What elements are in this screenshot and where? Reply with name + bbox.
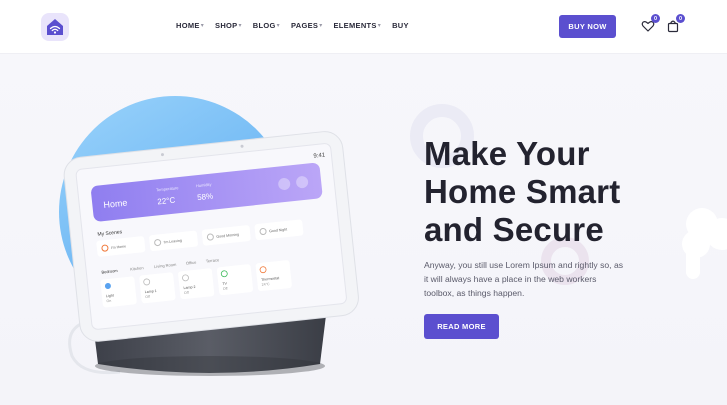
chevron-down-icon: ▾ [238,23,242,29]
hero-paragraph: Anyway, you still use Lorem Ipsum and ri… [424,260,624,298]
screen-device-state: On [106,299,111,303]
nav-item-buy[interactable]: BUY [392,21,409,30]
nav-item-label: SHOP [215,21,238,30]
nav-item-label: PAGES [290,21,319,30]
site-header: HOME ▾ SHOP ▾ BLOG ▾ PAGES ▾ ELEMENTS ▾ … [0,0,727,54]
screen-time: 9:41 [313,153,326,160]
chevron-down-icon: ▾ [200,23,205,29]
nav-item-shop[interactable]: SHOP ▾ [215,21,242,30]
wishlist-count-badge: 0 [651,14,660,23]
cart-count-badge: 0 [676,14,685,23]
nav-item-home[interactable]: HOME ▾ [176,21,204,30]
nav-item-label: BUY [392,21,409,30]
screen-device-state: Off [184,291,189,295]
read-more-button[interactable]: READ MORE [424,314,499,339]
buy-now-button[interactable]: BUY NOW [559,15,616,38]
nav-item-label: HOME [176,21,200,30]
hero-headline-line: and Secure [424,211,604,248]
nav-item-label: BLOG [252,21,276,30]
hero-headline-line: Make Your [424,135,590,172]
screen-humidity-value: 58% [197,192,214,203]
screen-temp-value: 22°C [157,196,176,207]
screen-device-state: Off [145,295,150,299]
nav-item-pages[interactable]: PAGES ▾ [291,21,323,30]
hero-headline-line: Home Smart [424,173,621,210]
chevron-down-icon: ▾ [377,23,382,29]
nav-item-label: ELEMENTS [333,21,377,30]
nav-item-blog[interactable]: BLOG ▾ [253,21,280,30]
cart-button[interactable]: 0 [666,14,685,33]
nav-item-elements[interactable]: ELEMENTS ▾ [334,21,382,30]
screen-device-state: Off [223,287,228,291]
screen-device-name: Light [106,293,114,298]
home-wifi-icon [47,19,63,35]
chevron-down-icon: ▾ [319,23,323,29]
logo[interactable] [41,13,69,41]
wishlist-button[interactable]: 0 [641,14,660,33]
decorative-cloud [682,208,727,279]
chevron-down-icon: ▾ [276,23,280,29]
smart-display-illustration: 9:41 Home Temperature 22°C Humidity 58% … [59,96,359,376]
hero-headline: Make Your Home Smart and Secure [424,135,620,249]
main-nav: HOME ▾ SHOP ▾ BLOG ▾ PAGES ▾ ELEMENTS ▾ … [176,21,420,30]
hero-section: 9:41 Home Temperature 22°C Humidity 58% … [0,54,727,405]
